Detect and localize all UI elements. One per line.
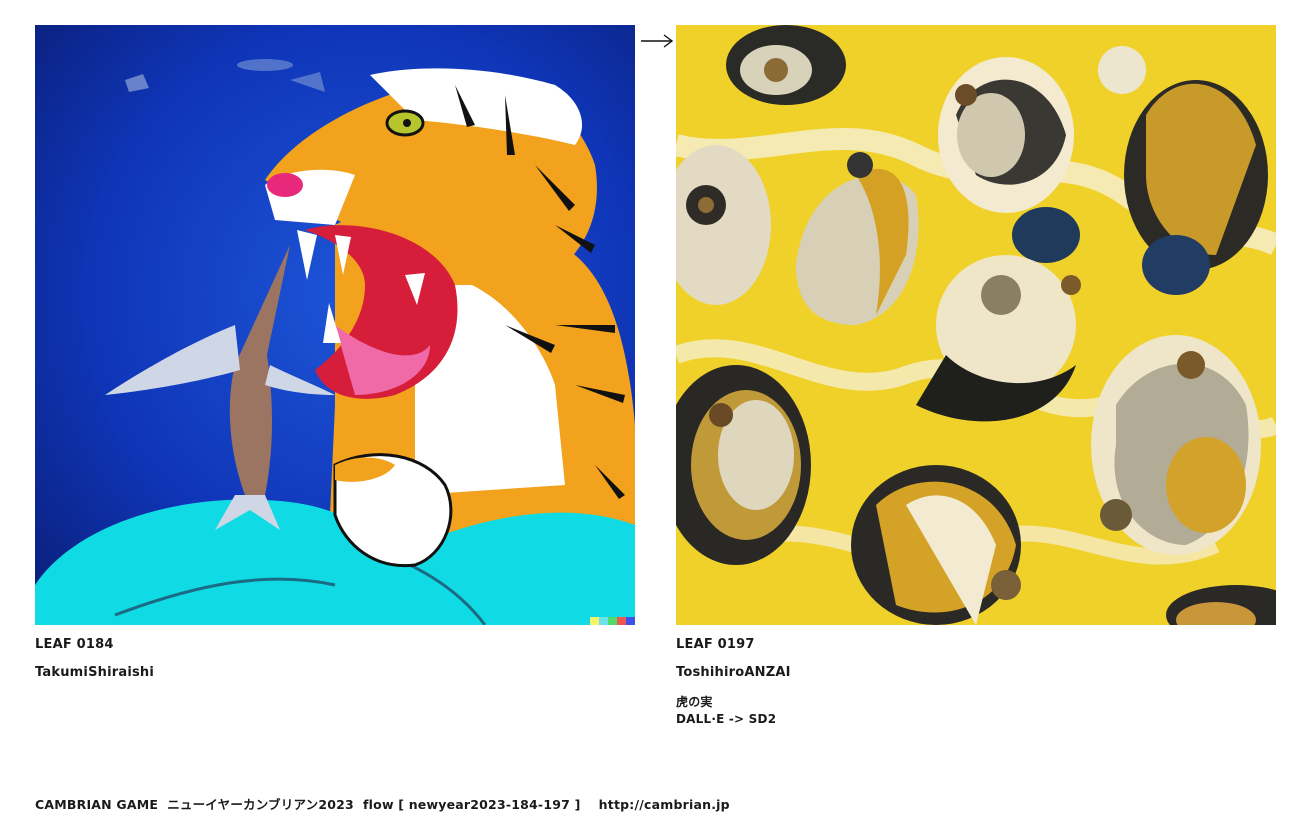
leaf-0197-image[interactable] [676, 25, 1276, 625]
leaf-card-0184: LEAF 0184 TakumiShiraishi [35, 25, 635, 681]
page: LEAF 0184 TakumiShiraishi LEAF 0197 Tosh… [0, 0, 1311, 827]
pod-8 [1091, 335, 1261, 555]
author-name[interactable]: ToshihiroANZAI [676, 665, 1276, 681]
leaf-card-0197: LEAF 0197 ToshihiroANZAI 虎の実 DALL·E -> S… [676, 25, 1276, 727]
tiger-fruit-painting [676, 25, 1276, 625]
footer-credit[interactable]: CAMBRIAN GAME ニューイヤーカンブリアン2023 flow [ ne… [35, 794, 730, 813]
author-name[interactable]: TakumiShiraishi [35, 665, 635, 681]
pod-9 [851, 465, 1021, 625]
leaf-id-label: LEAF 0197 [676, 637, 755, 652]
tiger-shark-painting [35, 25, 635, 625]
model-chain-label: DALL·E -> SD2 [676, 712, 777, 726]
leaf-0184-image[interactable] [35, 25, 635, 625]
artwork-title: 虎の実 [676, 695, 713, 709]
leaf-id-label: LEAF 0184 [35, 637, 114, 652]
pod-1 [726, 25, 846, 105]
flow-arrow-icon [641, 34, 674, 48]
